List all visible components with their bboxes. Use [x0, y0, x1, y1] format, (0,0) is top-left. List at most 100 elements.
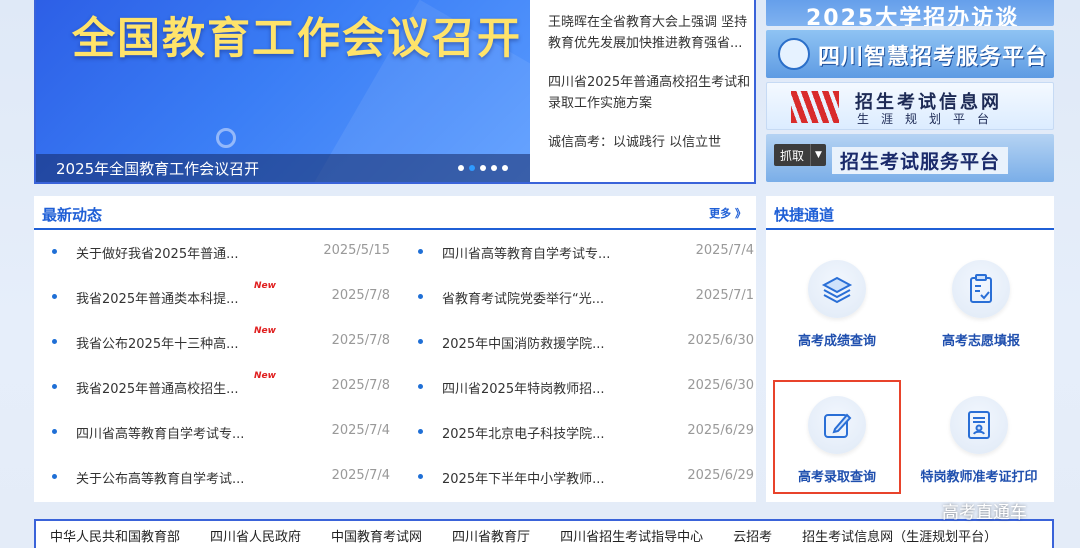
news-item-title[interactable]: 四川省高等教育自学考试专... [442, 243, 610, 262]
news-item[interactable]: 2025年中国消防救援学院... 2025/6/30 [414, 322, 764, 367]
news-item-title[interactable]: 我省公布2025年十三种高... [76, 333, 238, 352]
volunteer-fill-label: 高考志愿填报 [941, 334, 1020, 349]
news-column-right: 四川省高等教育自学考试专... 2025/7/4 省教育考试院党委举行“光... 20… [414, 232, 764, 502]
news-item[interactable]: 2025年下半年中小学教师... 2025/6/29 [414, 457, 764, 502]
news-item-date: 2025/6/29 [687, 468, 754, 483]
headline-item[interactable]: 诚信高考：以诚践行 以信立世 [548, 132, 758, 174]
carousel-dot[interactable] [469, 165, 475, 171]
news-item[interactable]: 我省2025年普通高校招生... New 2025/7/8 [48, 367, 398, 412]
news-item[interactable]: 我省2025年普通类本科提... New 2025/7/8 [48, 277, 398, 322]
carousel-dots [458, 165, 508, 171]
bullet-icon [418, 429, 423, 434]
news-item-date: 2025/5/15 [323, 243, 390, 258]
bullet-icon [52, 474, 57, 479]
admission-info-banner[interactable]: 招生考试信息网 生涯规划平台 [766, 82, 1054, 130]
teacher-ticket-label: 特岗教师准考证打印 [920, 470, 1038, 485]
interview-banner[interactable]: 2025大学招办访谈 [766, 0, 1054, 26]
news-item-title[interactable]: 2025年下半年中小学教师... [442, 468, 604, 487]
news-item[interactable]: 四川省2025年特岗教师招... 2025/6/30 [414, 367, 764, 412]
news-item-date: 2025/7/8 [331, 333, 390, 348]
quick-title: 快捷通道 [774, 206, 835, 224]
news-item-date: 2025/6/30 [687, 378, 754, 393]
news-item-date: 2025/6/30 [687, 333, 754, 348]
link-cloud-admission[interactable]: 云招考 [733, 526, 772, 545]
news-item[interactable]: 关于做好我省2025年普通... 2025/5/15 [48, 232, 398, 277]
bullet-icon [52, 429, 57, 434]
news-item[interactable]: 四川省高等教育自学考试专... 2025/7/4 [414, 232, 764, 277]
news-column-left: 关于做好我省2025年普通... 2025/5/15 我省2025年普通类本科提..… [48, 232, 398, 502]
bullet-icon [52, 294, 57, 299]
chevron-down-icon[interactable]: ▼ [810, 144, 826, 166]
score-query-label: 高考成绩查询 [797, 334, 876, 349]
new-badge: New [254, 281, 276, 291]
link-moe[interactable]: 中华人民共和国教育部 [50, 526, 180, 545]
headline-item[interactable]: 四川省2025年普通高校招生考试和录取工作实施方案 [548, 72, 758, 114]
quick-access-panel: 快捷通道 高考成绩查询 高考志愿填报 高考录取查询 特岗教师准考证打印 [766, 196, 1054, 502]
school-logo-icon [778, 38, 810, 70]
news-item-title[interactable]: 四川省2025年特岗教师招... [442, 378, 604, 397]
news-item-title[interactable]: 四川省高等教育自学考试专... [76, 423, 244, 442]
admission-info-subtitle: 生涯规划平台 [857, 112, 1002, 126]
interview-banner-label: 2025大学招办访谈 [806, 6, 1020, 26]
more-link[interactable]: 更多 》 [709, 205, 746, 221]
link-admission-info-network[interactable]: 招生考试信息网（生涯规划平台） [802, 526, 997, 545]
hero-title: 全国教育工作会议召开 [72, 14, 522, 64]
news-item-title[interactable]: 我省2025年普通类本科提... [76, 288, 238, 307]
news-item[interactable]: 我省公布2025年十三种高... New 2025/7/8 [48, 322, 398, 367]
admission-query-label: 高考录取查询 [797, 470, 876, 485]
bullet-icon [418, 249, 423, 254]
carousel-dot[interactable] [458, 165, 464, 171]
news-item-date: 2025/7/1 [695, 288, 754, 303]
bullet-icon [52, 339, 57, 344]
link-sc-admission-center[interactable]: 四川省招生考试指导中心 [560, 526, 703, 545]
hero-carousel[interactable]: 全国教育工作会议召开 2025年全国教育工作会议召开 [36, 0, 530, 182]
news-item-date: 2025/6/29 [687, 423, 754, 438]
news-item-date: 2025/7/4 [331, 423, 390, 438]
news-item-title[interactable]: 关于做好我省2025年普通... [76, 243, 238, 262]
news-item[interactable]: 2025年北京电子科技学院... 2025/6/29 [414, 412, 764, 457]
news-item-date: 2025/7/8 [331, 288, 390, 303]
news-item-title[interactable]: 省教育考试院党委举行“光... [442, 288, 604, 307]
bullet-icon [418, 294, 423, 299]
news-item[interactable]: 关于公布高等教育自学考试... 2025/7/4 [48, 457, 398, 502]
bullet-icon [52, 384, 57, 389]
score-query-link[interactable]: 高考成绩查询 [774, 260, 900, 370]
quick-header: 快捷通道 [766, 196, 1054, 230]
news-item-title[interactable]: 关于公布高等教育自学考试... [76, 468, 244, 487]
exam-service-label: 招生考试服务平台 [832, 147, 1009, 174]
friendly-links-bar: 中华人民共和国教育部 四川省人民政府 中国教育考试网 四川省教育厅 四川省招生考… [34, 519, 1054, 548]
exam-service-banner[interactable]: 招生考试服务平台 抓取 ▼ [766, 134, 1054, 182]
news-item-title[interactable]: 我省2025年普通高校招生... [76, 378, 238, 397]
latest-news-panel: 最新动态 更多 》 关于做好我省2025年普通... 2025/5/15 我省202… [34, 196, 756, 502]
news-item-date: 2025/7/4 [331, 468, 390, 483]
carousel-dot[interactable] [491, 165, 497, 171]
carousel-dot[interactable] [480, 165, 486, 171]
hero-caption[interactable]: 2025年全国教育工作会议召开 [56, 158, 259, 179]
link-neea[interactable]: 中国教育考试网 [331, 526, 422, 545]
edit-icon [808, 396, 866, 454]
news-item[interactable]: 省教育考试院党委举行“光... 2025/7/1 [414, 277, 764, 322]
news-header: 最新动态 更多 》 [34, 196, 756, 230]
smart-admission-banner[interactable]: 四川智慧招考服务平台 [766, 30, 1054, 78]
id-card-icon [950, 396, 1008, 454]
news-item-title[interactable]: 2025年中国消防救援学院... [442, 333, 604, 352]
carousel-dot[interactable] [502, 165, 508, 171]
link-sc-edu[interactable]: 四川省教育厅 [452, 526, 530, 545]
news-item[interactable]: 四川省高等教育自学考试专... 2025/7/4 [48, 412, 398, 457]
teacher-ticket-link[interactable]: 特岗教师准考证打印 [916, 396, 1042, 506]
grab-label: 抓取 [780, 149, 805, 163]
clipboard-check-icon [952, 260, 1010, 318]
volunteer-fill-link[interactable]: 高考志愿填报 [918, 260, 1044, 370]
link-sc-gov[interactable]: 四川省人民政府 [210, 526, 301, 545]
admission-query-link[interactable]: 高考录取查询 [774, 396, 900, 506]
news-item-date: 2025/7/4 [695, 243, 754, 258]
new-badge: New [254, 371, 276, 381]
grab-button[interactable]: 抓取 ▼ [774, 144, 827, 166]
smart-admission-label: 四川智慧招考服务平台 [818, 45, 1049, 70]
news-item-date: 2025/7/8 [331, 378, 390, 393]
new-badge: New [254, 326, 276, 336]
headline-item[interactable]: 王晓晖在全省教育大会上强调 坚持教育优先发展加快推进教育强省... [548, 12, 758, 54]
news-banner: 全国教育工作会议召开 2025年全国教育工作会议召开 王晓晖在全省教育大会上强调… [34, 0, 756, 184]
news-item-title[interactable]: 2025年北京电子科技学院... [442, 423, 604, 442]
layers-icon [808, 260, 866, 318]
